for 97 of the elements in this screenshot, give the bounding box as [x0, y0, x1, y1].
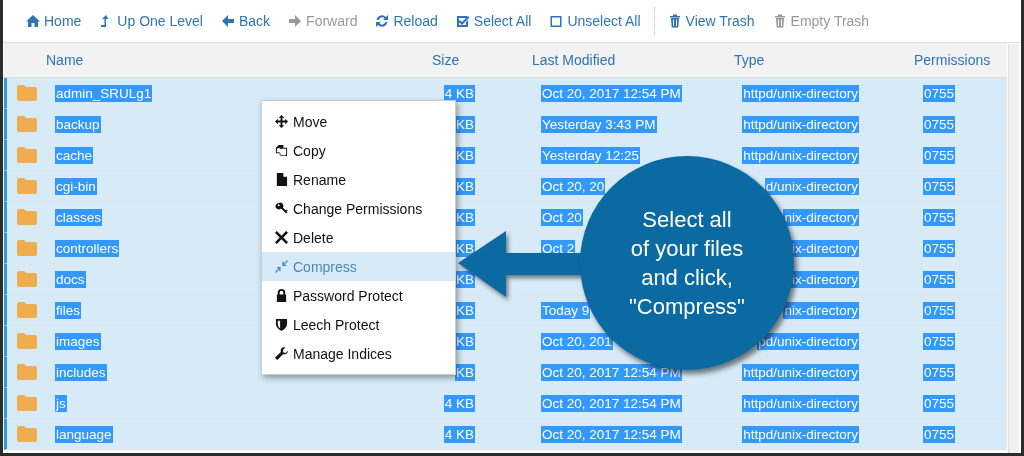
file-size: 4 KB: [443, 394, 475, 412]
file-name: images: [55, 332, 101, 350]
move-arrows-icon: [275, 115, 288, 128]
file-permissions: 0755: [923, 208, 956, 226]
file-name: controllers: [55, 239, 120, 257]
file-name: docs: [55, 270, 86, 288]
file-type: nix-directory: [783, 301, 859, 319]
toolbar-button[interactable]: Unselect All: [540, 6, 650, 36]
modified-date: Yesterday 12:25: [541, 146, 641, 164]
menu-item[interactable]: Compress: [262, 252, 455, 281]
file-name: backup: [55, 115, 101, 133]
folder-icon: [17, 116, 37, 132]
shield-icon: [275, 318, 288, 331]
file-type: pd/unix-directory: [757, 332, 859, 350]
toolbar-button[interactable]: Back: [211, 6, 280, 36]
file-name: cgi-bin: [55, 177, 97, 195]
folder-icon: [17, 85, 37, 101]
file-type: ix-directory: [791, 270, 859, 288]
column-header[interactable]: Name: [46, 52, 84, 68]
file-permissions: 0755: [923, 146, 956, 164]
file-row[interactable]: js 4 KB Oct 20, 2017 12:54 PM httpd/unix-directory 0755: [4, 388, 1007, 419]
file-row[interactable]: admin_SRULg1 4 KB Oct 20, 2017 12:54 PM httpd/unix-directory 0755: [4, 78, 1007, 109]
wrench-icon: [275, 347, 288, 360]
file-permissions: 0755: [923, 84, 956, 102]
file-type: httpd/unix-directory: [742, 146, 859, 164]
folder-icon: [17, 240, 37, 256]
file-type: httpd/unix-directory: [742, 363, 859, 381]
column-header[interactable]: Size: [432, 52, 460, 68]
file-name: includes: [55, 363, 107, 381]
file-permissions: 0755: [923, 363, 956, 381]
toolbar-button[interactable]: Home: [17, 6, 91, 36]
copy-icon: [275, 144, 288, 157]
trash-icon: [667, 14, 682, 28]
trash-icon: [772, 14, 787, 28]
toolbar-button[interactable]: Reload: [366, 6, 447, 36]
file-type: httpd/unix-directory: [742, 115, 859, 133]
key-icon: [275, 202, 288, 215]
folder-icon: [17, 395, 37, 411]
file-permissions: 0755: [923, 394, 956, 412]
modified-date: Oct 20, 2017 12:54 PM: [541, 394, 682, 412]
folder-icon: [17, 426, 37, 442]
file-size: 4 KB: [443, 425, 475, 443]
toolbar-button[interactable]: Up One Level: [90, 6, 212, 36]
folder-icon: [17, 178, 37, 194]
folder-icon: [17, 302, 37, 318]
toolbar-button[interactable]: View Trash: [658, 6, 764, 36]
file-size: 4 KB: [443, 84, 475, 102]
close-icon: [275, 231, 288, 244]
modified-date: Today 9: [541, 301, 591, 319]
toolbar-button[interactable]: Select All: [446, 6, 541, 36]
file-type: httpd/unix-directory: [742, 425, 859, 443]
column-header[interactable]: Type: [734, 52, 765, 68]
file-permissions: 0755: [923, 115, 956, 133]
file-name: admin_SRULg1: [55, 84, 153, 102]
modified-date: Oct 20, 2017 12:54 PM: [541, 84, 682, 102]
modified-date: Oct 20, 20: [541, 177, 606, 195]
file-type: nix-directory: [783, 208, 859, 226]
home-icon: [26, 14, 40, 28]
file-type: httpd/unix-directory: [742, 84, 859, 102]
menu-item[interactable]: Move: [262, 107, 455, 136]
checked-checkbox-icon: [455, 14, 470, 28]
empty-checkbox-icon: [549, 14, 564, 28]
folder-icon: [17, 333, 37, 349]
column-header[interactable]: Last Modified: [532, 52, 616, 68]
right-arrow-icon: [288, 14, 303, 28]
folder-icon: [17, 364, 37, 380]
file-permissions: 0755: [923, 177, 956, 195]
column-header[interactable]: Permissions: [914, 52, 991, 68]
file-name: files: [55, 301, 81, 319]
file-size: KB: [455, 363, 475, 381]
reload-icon: [375, 14, 390, 28]
file-permissions: 0755: [923, 425, 956, 443]
modified-date: Oct 20, 2017 12:54 PM: [541, 425, 682, 443]
file-name: classes: [55, 208, 102, 226]
file-name: language: [55, 425, 113, 443]
scrollbar[interactable]: [1008, 44, 1019, 453]
file-name: cache: [55, 146, 94, 164]
modified-date: Oct 20, 201: [541, 332, 613, 350]
folder-icon: [17, 209, 37, 225]
file-row[interactable]: language 4 KB Oct 20, 2017 12:54 PM httpd/unix-directory 0755: [4, 419, 1007, 450]
file-name: js: [55, 394, 67, 412]
modified-date: Yesterday 3:43 PM: [541, 115, 657, 133]
file-icon: [275, 173, 288, 186]
file-type: httpd/unix-directory: [742, 394, 859, 412]
file-type: ix-directory: [791, 239, 859, 257]
file-permissions: 0755: [923, 301, 956, 319]
left-arrow-icon: [220, 14, 235, 28]
file-type: d/unix-directory: [764, 177, 859, 195]
file-permissions: 0755: [923, 239, 956, 257]
folder-icon: [17, 147, 37, 163]
modified-date: Oct 20, 2017 12:54 PM: [541, 363, 682, 381]
file-permissions: 0755: [923, 270, 956, 288]
compress-icon: [275, 260, 288, 273]
folder-icon: [17, 271, 37, 287]
lock-icon: [275, 289, 288, 302]
modified-date: Oct 20: [541, 208, 583, 226]
file-permissions: 0755: [923, 332, 956, 350]
